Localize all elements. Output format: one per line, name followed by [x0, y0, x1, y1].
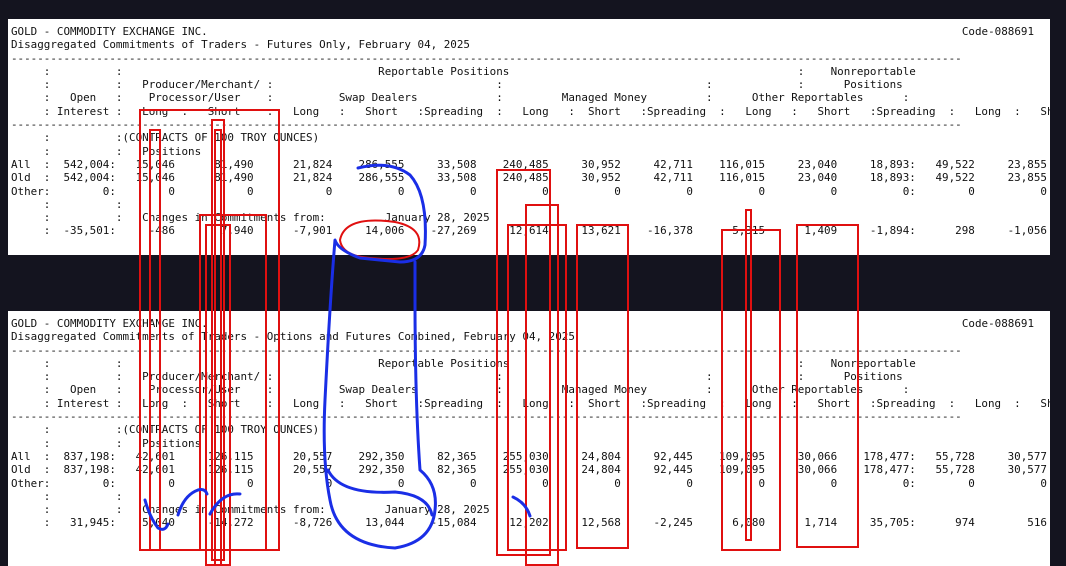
report-line: ----------------------------------------…: [11, 343, 962, 357]
report-line: : :: [11, 197, 123, 211]
report-line: GOLD - COMMODITY EXCHANGE INC.: [11, 317, 208, 330]
report-futures-only: GOLD - COMMODITY EXCHANGE INC. Disaggreg…: [8, 19, 1050, 255]
report-line: : Interest : Long : Short : Long : Short…: [11, 396, 1050, 410]
report-code: Code-088691: [961, 317, 1034, 330]
report-line: All : 837,198: 42,601 126,115 20,557 292…: [11, 449, 1047, 463]
report-line: All : 542,004: 15,046 81,490 21,824 286,…: [11, 157, 1047, 171]
report-line: : : Positions: [11, 144, 202, 158]
report-line: : : Reportable Positions : Nonreportable: [11, 356, 916, 370]
report-line: ----------------------------------------…: [11, 410, 962, 424]
report-line: : Open : Processor/User : Swap Dealers :…: [11, 91, 910, 105]
report-line: : Interest : Long : Short : Long : Short…: [11, 104, 1050, 118]
report-line: : : Changes in Commitments from: January…: [11, 503, 490, 517]
report-line: : :: [11, 489, 123, 503]
report-line: Old : 837,198: 42,601 126,115 20,557 292…: [11, 463, 1047, 477]
report-options-futures-combined: GOLD - COMMODITY EXCHANGE INC. Disaggreg…: [8, 311, 1050, 566]
report-line: Other: 0: 0 0 0 0 0 0 0 0 0 0 0: 0 0: [11, 184, 1047, 198]
report-line: : Open : Processor/User : Swap Dealers :…: [11, 383, 910, 397]
report-code: Code-088691: [961, 25, 1034, 38]
report-line: ----------------------------------------…: [11, 118, 962, 132]
report-line: : -35,501: -486 7,940 -7,901 14,006 -27,…: [11, 224, 1047, 238]
report-line: Disaggregated Commitments of Traders - O…: [11, 330, 575, 344]
report-line: Other: 0: 0 0 0 0 0 0 0 0 0 0 0: 0 0: [11, 476, 1047, 490]
report-text: GOLD - COMMODITY EXCHANGE INC. Disaggreg…: [11, 25, 1050, 238]
report-line: : : Reportable Positions : Nonreportable: [11, 64, 916, 78]
report-line: : :(CONTRACTS OF 100 TROY OUNCES): [11, 423, 320, 437]
report-line: : :(CONTRACTS OF 100 TROY OUNCES): [11, 131, 320, 145]
report-line: : 31,945: 5,040 -14,272 -8,726 13,044 -1…: [11, 516, 1047, 530]
report-line: : : Changes in Commitments from: January…: [11, 211, 490, 225]
report-text: GOLD - COMMODITY EXCHANGE INC. Disaggreg…: [11, 317, 1050, 530]
report-line: : : Producer/Merchant/ : : : : Positions: [11, 370, 903, 384]
report-line: Old : 542,004: 15,046 81,490 21,824 286,…: [11, 171, 1047, 185]
report-line: Disaggregated Commitments of Traders - F…: [11, 38, 470, 52]
report-line: : : Producer/Merchant/ : : : : Positions: [11, 78, 903, 92]
report-line: GOLD - COMMODITY EXCHANGE INC.: [11, 25, 208, 38]
report-line: : : Positions: [11, 436, 202, 450]
report-line: ----------------------------------------…: [11, 51, 962, 65]
